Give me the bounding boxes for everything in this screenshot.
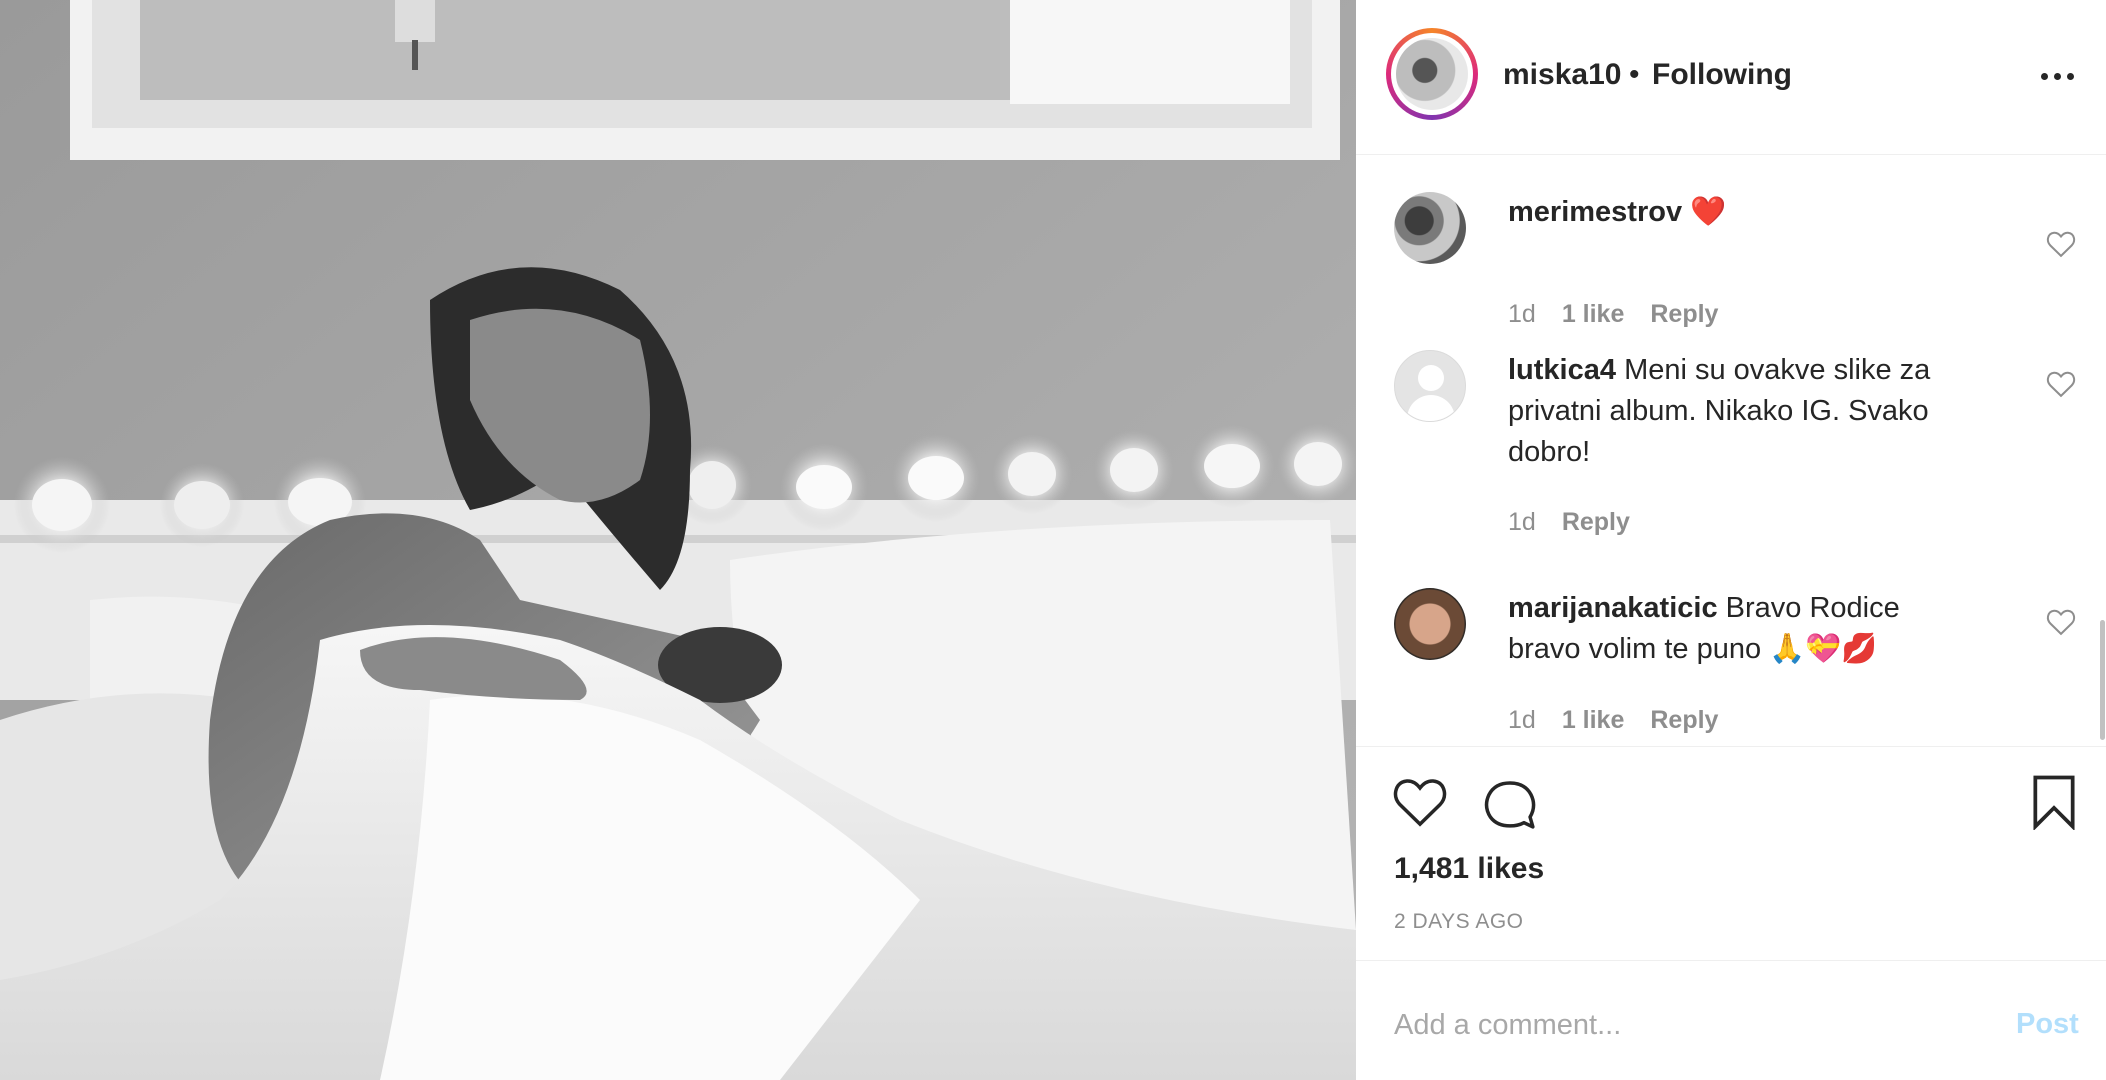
comment-username[interactable]: merimestrov	[1508, 196, 1682, 228]
comment-meta: 1d 1 like Reply	[1508, 706, 1718, 735]
comment-like-icon[interactable]	[2046, 608, 2076, 636]
comment-text: marijanakaticic Bravo Rodice bravo volim…	[1508, 588, 1938, 670]
comment-time[interactable]: 1d	[1508, 508, 1536, 537]
post-header: miska10 • Following	[1356, 0, 2106, 155]
comment-emoji: ❤️	[1690, 196, 1727, 228]
post-comment-button[interactable]: Post	[2016, 1008, 2079, 1041]
comment-reply-button[interactable]: Reply	[1650, 706, 1718, 735]
post-timestamp[interactable]: 2 DAYS AGO	[1394, 910, 1524, 934]
comment-time[interactable]: 1d	[1508, 706, 1536, 735]
add-comment-input[interactable]	[1394, 1000, 1954, 1050]
comment-likes[interactable]: 1 like	[1562, 706, 1625, 735]
commenter-avatar[interactable]	[1394, 350, 1466, 422]
comment-likes[interactable]: 1 like	[1562, 300, 1625, 329]
more-options-icon[interactable]	[2041, 64, 2085, 88]
commenter-avatar[interactable]	[1394, 588, 1466, 660]
post-details-panel: miska10 • Following merimestrov ❤️ 1d 1 …	[1356, 0, 2106, 1080]
comment-username[interactable]: marijanakaticic	[1508, 592, 1718, 624]
comment-reply-button[interactable]: Reply	[1650, 300, 1718, 329]
photo-illustration	[0, 0, 1356, 1080]
header-separator: •	[1629, 58, 1640, 91]
comments-scrollbar[interactable]	[2100, 620, 2105, 740]
comment-text: merimestrov ❤️	[1508, 192, 1988, 233]
actions-divider	[1356, 746, 2106, 747]
likes-count[interactable]: 1,481 likes	[1394, 852, 1544, 886]
follow-status-button[interactable]: Following	[1652, 58, 1792, 92]
commenter-avatar[interactable]	[1394, 192, 1466, 264]
like-heart-icon[interactable]	[1392, 776, 1448, 828]
comment-meta: 1d 1 like Reply	[1508, 300, 1718, 329]
comment-like-icon[interactable]	[2046, 230, 2076, 258]
comment-username[interactable]: lutkica4	[1508, 354, 1616, 386]
comment-text: lutkica4 Meni su ovakve slike za privatn…	[1508, 350, 1988, 473]
post-photo[interactable]	[0, 0, 1356, 1080]
comment-meta: 1d Reply	[1508, 508, 1630, 537]
comments-list[interactable]: merimestrov ❤️ 1d 1 like Reply lutkica4 …	[1356, 156, 2106, 746]
comment-box-divider	[1356, 960, 2106, 961]
author-username[interactable]: miska10	[1503, 58, 1621, 92]
comment-bubble-icon[interactable]	[1482, 776, 1538, 832]
author-avatar[interactable]	[1386, 28, 1478, 120]
comment-time[interactable]: 1d	[1508, 300, 1536, 329]
comment-reply-button[interactable]: Reply	[1562, 508, 1630, 537]
bookmark-icon[interactable]	[2029, 774, 2079, 830]
comment-like-icon[interactable]	[2046, 370, 2076, 398]
